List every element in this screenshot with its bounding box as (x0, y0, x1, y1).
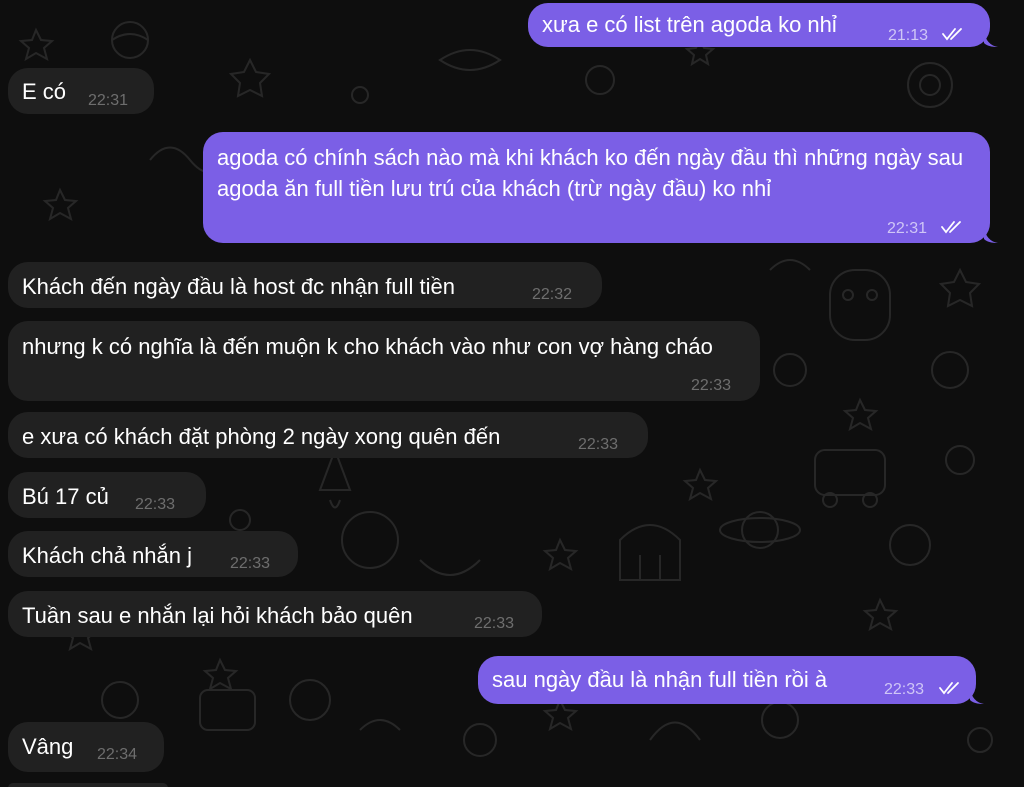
message-text: Khách đến ngày đầu là host đc nhận full … (22, 274, 455, 299)
bubble-tail (970, 688, 984, 704)
message-text: agoda có chính sách nào mà khi khách ko … (217, 145, 970, 201)
message-bubble-outgoing[interactable]: agoda có chính sách nào mà khi khách ko … (203, 132, 990, 243)
message-time: 22:33 (884, 681, 925, 698)
message-time: 22:31 (88, 92, 129, 109)
message-time: 22:31 (887, 220, 928, 237)
message-bubble-incoming[interactable]: Tuần sau e nhắn lại hỏi khách bảo quên 2… (8, 591, 542, 637)
message-bubble-incoming[interactable]: Bú 17 củ 22:33 (8, 472, 206, 518)
message-bubble-incoming[interactable]: e xưa có khách đặt phòng 2 ngày xong quê… (8, 412, 648, 458)
message-text: Tuần sau e nhắn lại hỏi khách bảo quên (22, 603, 413, 628)
message-bubble-incoming[interactable]: Khách đến ngày đầu là host đc nhận full … (8, 262, 602, 308)
chat-history[interactable]: xưa e có list trên agoda ko nhỉ 21:13 E … (0, 0, 1024, 787)
message-time: 22:33 (691, 377, 732, 394)
message-text: e xưa có khách đặt phòng 2 ngày xong quê… (22, 424, 501, 449)
message-bubble-incoming[interactable]: Vâng 22:34 (8, 722, 164, 772)
bubble-tail (984, 31, 998, 47)
message-text: Bú 17 củ (22, 484, 109, 509)
message-time: 22:33 (578, 436, 619, 453)
message-text: E có (22, 79, 67, 104)
message-bubble-incoming[interactable]: E có 22:31 (8, 68, 154, 114)
message-time: 22:33 (474, 615, 515, 632)
message-text: sau ngày đầu là nhận full tiền rồi à (492, 667, 828, 692)
message-time: 22:33 (135, 496, 176, 513)
message-text: Vâng (22, 734, 74, 759)
read-double-check-icon (942, 28, 962, 41)
message-text: nhưng k có nghĩa là đến muộn k cho khách… (22, 334, 713, 359)
message-time: 22:34 (97, 746, 138, 763)
bubble-tail (984, 227, 998, 243)
message-time: 21:13 (888, 27, 929, 44)
message-bubble-incoming[interactable]: Khách chả nhắn j 22:33 (8, 531, 298, 577)
message-text: xưa e có list trên agoda ko nhỉ (542, 12, 837, 37)
read-double-check-icon (941, 221, 961, 234)
message-time: 22:33 (230, 555, 271, 572)
next-message-edge (8, 783, 168, 787)
message-time: 22:32 (532, 286, 573, 303)
message-bubble-outgoing[interactable]: xưa e có list trên agoda ko nhỉ 21:13 (528, 3, 990, 47)
message-bubble-outgoing[interactable]: sau ngày đầu là nhận full tiền rồi à 22:… (478, 656, 976, 704)
message-bubble-incoming[interactable]: nhưng k có nghĩa là đến muộn k cho khách… (8, 321, 760, 401)
read-double-check-icon (939, 682, 959, 695)
message-text: Khách chả nhắn j (22, 543, 193, 568)
